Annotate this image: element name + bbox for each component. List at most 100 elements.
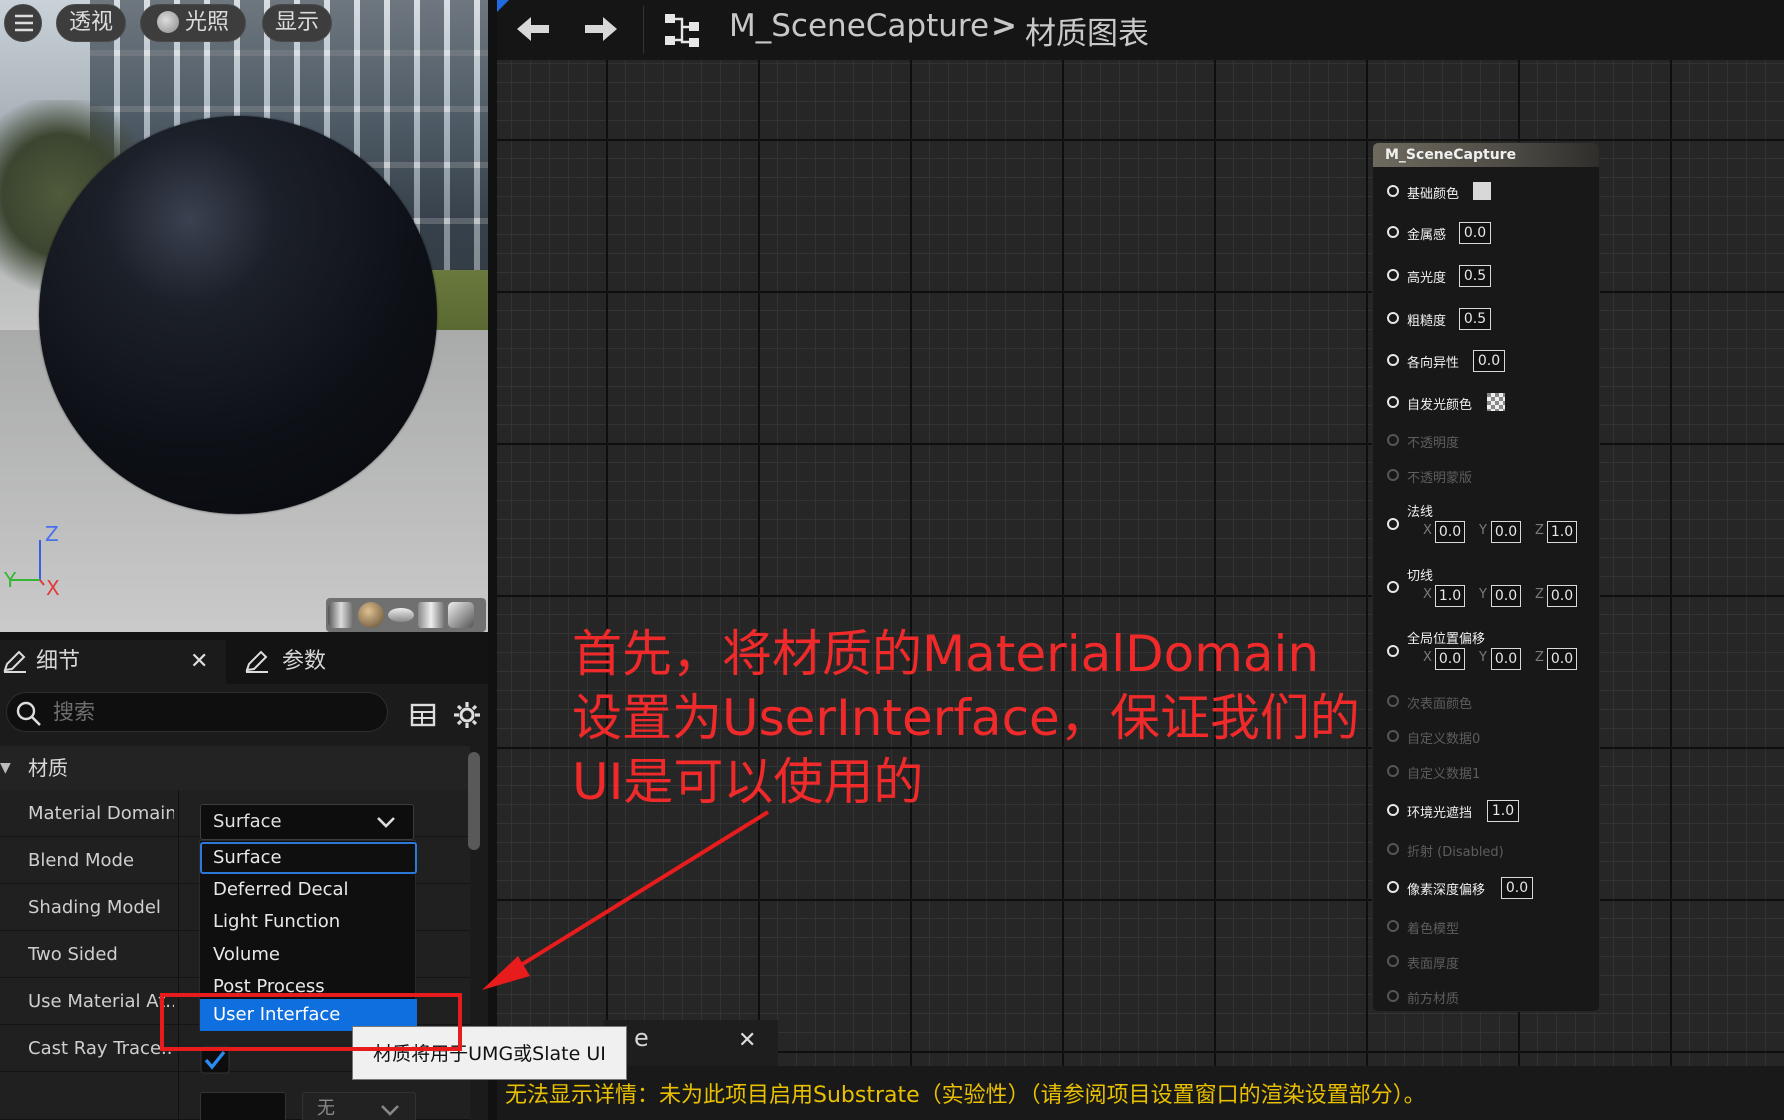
dropdown-option-volume[interactable]: Volume xyxy=(200,939,417,971)
dropdown-option-surface[interactable]: Surface xyxy=(200,842,417,874)
column-divider xyxy=(178,1072,179,1119)
breadcrumb-page[interactable]: 材质图表 xyxy=(1025,8,1149,53)
pin-icon[interactable] xyxy=(1387,765,1399,777)
cylinder-shape-icon[interactable] xyxy=(328,602,354,628)
material-preview-viewport[interactable]: 透视 光照 显示 Z Y X xyxy=(0,0,488,632)
pin-icon[interactable] xyxy=(1387,518,1399,530)
search-input[interactable]: 搜索 xyxy=(6,692,388,732)
table-view-icon[interactable] xyxy=(410,702,436,728)
pin-icon[interactable] xyxy=(1387,920,1399,932)
axis-gizmo: Z Y X xyxy=(4,525,60,600)
property-label: Cast Ray Trace... xyxy=(28,1038,174,1059)
pin-label-base-color: 基础颜色 xyxy=(1407,187,1460,202)
pin-icon[interactable] xyxy=(1387,581,1399,593)
annotation-text: 首先，将材质的MaterialDomain 设置为UserInterface，保… xyxy=(572,622,1372,814)
pin-icon[interactable] xyxy=(1387,955,1399,967)
sphere-shape-icon[interactable] xyxy=(358,602,384,628)
lit-button[interactable]: 光照 xyxy=(140,4,246,42)
anisotropy-value[interactable]: 0.0 xyxy=(1473,350,1505,372)
normal-z-value[interactable]: 1.0 xyxy=(1547,521,1577,543)
pin-icon[interactable] xyxy=(1387,843,1399,855)
column-divider xyxy=(178,931,179,978)
tangent-x-value[interactable]: 1.0 xyxy=(1435,585,1465,607)
cube-shape-icon[interactable] xyxy=(418,602,444,628)
bottom-panel-tab[interactable]: e ✕ xyxy=(604,1020,778,1066)
category-label: 材质 xyxy=(28,756,68,780)
tab-details[interactable]: 细节 ✕ xyxy=(0,640,226,684)
material-result-node[interactable]: M_SceneCapture 基础颜色 金属感 0.0 高光度 0.5 粗糙度 … xyxy=(1372,142,1600,1012)
pin-label-emissive: 自发光颜色 xyxy=(1407,398,1473,413)
pin-icon[interactable] xyxy=(1387,396,1399,408)
annotation-line: 首先，将材质的MaterialDomain xyxy=(572,625,1320,683)
hamburger-icon xyxy=(15,14,33,32)
axis-x-label: X xyxy=(1423,587,1432,602)
pixel-depth-offset-value[interactable]: 0.0 xyxy=(1501,877,1533,899)
pin-icon[interactable] xyxy=(1387,469,1399,481)
pin-label-custom-data-1: 自定义数据1 xyxy=(1407,767,1481,782)
pin-icon[interactable] xyxy=(1387,185,1399,197)
pin-icon[interactable] xyxy=(1387,226,1399,238)
pin-icon[interactable] xyxy=(1387,312,1399,324)
tab-parameters[interactable]: 参数 xyxy=(234,640,384,684)
wpo-y-value[interactable]: 0.0 xyxy=(1491,648,1521,670)
show-label: 显示 xyxy=(274,10,319,35)
normal-x-value[interactable]: 0.0 xyxy=(1435,521,1465,543)
teapot-shape-icon[interactable] xyxy=(448,602,474,628)
pin-label-anisotropy: 各向异性 xyxy=(1407,356,1460,371)
pin-icon[interactable] xyxy=(1387,730,1399,742)
option-label: Volume xyxy=(213,944,280,965)
viewport-menu-button[interactable] xyxy=(4,4,42,42)
back-arrow-icon[interactable] xyxy=(515,14,551,44)
column-divider xyxy=(178,790,179,837)
preview-shape-toolbar xyxy=(326,598,486,632)
material-domain-value: Surface xyxy=(213,811,282,832)
none-select[interactable]: 无 xyxy=(302,1092,416,1120)
ambient-occlusion-value[interactable]: 1.0 xyxy=(1487,800,1519,822)
toolbar-divider xyxy=(643,6,644,54)
wpo-z-value[interactable]: 0.0 xyxy=(1547,648,1577,670)
wpo-x-value[interactable]: 0.0 xyxy=(1435,648,1465,670)
pin-icon[interactable] xyxy=(1387,695,1399,707)
pin-icon[interactable] xyxy=(1387,434,1399,446)
specular-value[interactable]: 0.5 xyxy=(1459,265,1491,287)
metallic-value[interactable]: 0.0 xyxy=(1459,222,1491,244)
pin-icon[interactable] xyxy=(1387,269,1399,281)
pin-icon[interactable] xyxy=(1387,881,1399,893)
pin-icon[interactable] xyxy=(1387,645,1399,657)
pin-label-tangent: 切线 xyxy=(1407,569,1434,584)
details-tab-bar: 细节 ✕ 参数 xyxy=(0,632,488,684)
breadcrumb-asset[interactable]: M_SceneCapture xyxy=(729,8,989,44)
dropdown-option-light-function[interactable]: Light Function xyxy=(200,906,417,938)
gear-icon[interactable] xyxy=(452,700,482,730)
column-divider xyxy=(178,884,179,931)
perspective-button[interactable]: 透视 xyxy=(56,4,126,42)
show-button[interactable]: 显示 xyxy=(262,4,332,42)
details-search-row: 搜索 xyxy=(0,684,488,746)
checker-swatch[interactable] xyxy=(1487,393,1505,411)
normal-y-value[interactable]: 0.0 xyxy=(1491,521,1521,543)
close-icon[interactable]: ✕ xyxy=(738,1028,756,1053)
node-title[interactable]: M_SceneCapture xyxy=(1373,143,1599,167)
graph-toolbar: M_SceneCapture > 材质图表 xyxy=(497,0,1784,60)
forward-arrow-icon[interactable] xyxy=(583,14,619,44)
close-icon[interactable]: ✕ xyxy=(190,640,208,684)
property-label: Material Domain xyxy=(28,803,174,824)
tangent-z-value[interactable]: 0.0 xyxy=(1547,585,1577,607)
pin-label-normal: 法线 xyxy=(1407,505,1434,520)
material-domain-select[interactable]: Surface xyxy=(200,804,414,840)
roughness-value[interactable]: 0.5 xyxy=(1459,308,1491,330)
pin-label-pixel-depth-offset: 像素深度偏移 xyxy=(1407,883,1486,898)
axis-y-label: Y xyxy=(1479,587,1487,602)
pin-icon[interactable] xyxy=(1387,990,1399,1002)
tangent-y-value[interactable]: 0.0 xyxy=(1491,585,1521,607)
value-field[interactable] xyxy=(200,1092,286,1120)
color-swatch[interactable] xyxy=(1473,182,1491,200)
dropdown-option-deferred-decal[interactable]: Deferred Decal xyxy=(200,874,417,906)
category-header-material[interactable]: ▼ 材质 xyxy=(0,746,470,790)
property-label: Use Material At... xyxy=(28,991,174,1012)
plane-shape-icon[interactable] xyxy=(388,608,414,622)
search-icon xyxy=(16,701,41,726)
pin-icon[interactable] xyxy=(1387,804,1399,816)
pin-icon[interactable] xyxy=(1387,354,1399,366)
none-select-value: 无 xyxy=(317,1098,335,1119)
